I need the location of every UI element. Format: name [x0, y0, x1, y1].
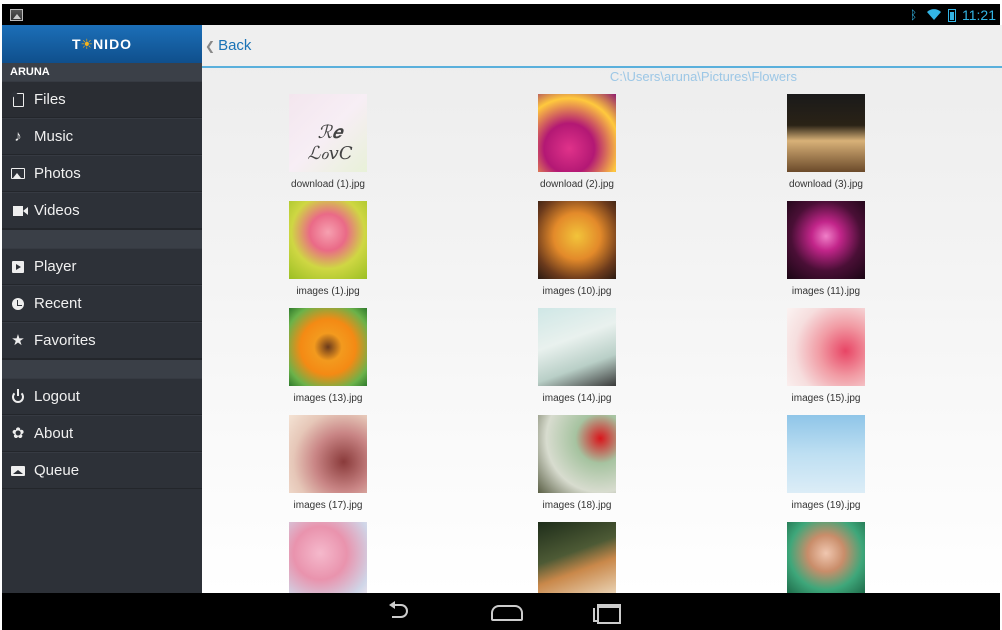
file-tile[interactable]: images (15).jpg — [736, 308, 916, 404]
file-thumbnail — [289, 415, 367, 493]
file-tile[interactable]: download (3).jpg — [736, 94, 916, 190]
sun-icon: ☀ — [80, 35, 95, 52]
file-name: images (10).jpg — [542, 286, 612, 297]
file-thumbnail — [787, 308, 865, 386]
queue-icon — [11, 464, 25, 478]
navigation-bar — [2, 593, 1000, 630]
main-panel: ❮ Back C:\Users\aruna\Pictures\Flowers ℛ… — [202, 25, 1002, 593]
file-thumbnail — [787, 94, 865, 172]
power-icon — [11, 388, 25, 404]
file-name: images (17).jpg — [293, 500, 363, 511]
battery-icon — [948, 8, 956, 22]
wifi-icon — [926, 7, 942, 24]
sidebar-item-label: Player — [34, 258, 77, 275]
video-camera-icon — [11, 204, 28, 218]
music-note-icon: ♪ — [14, 127, 22, 145]
file-tile[interactable]: images (11).jpg — [736, 201, 916, 297]
file-thumbnail — [787, 522, 865, 593]
sidebar-item-label: Videos — [34, 202, 80, 219]
sidebar-item-player[interactable]: Player — [2, 248, 202, 285]
user-name: ARUNA — [2, 63, 202, 81]
file-tile[interactable]: download (2).jpg — [487, 94, 667, 190]
sidebar-item-label: Music — [34, 128, 74, 145]
sidebar-item-label: Photos — [34, 165, 81, 182]
sidebar-item-label: Favorites — [34, 332, 96, 349]
file-name: download (2).jpg — [540, 179, 614, 190]
clock-icon — [11, 297, 25, 311]
sidebar-divider — [2, 229, 202, 248]
sidebar-item-label: About — [34, 425, 74, 442]
file-thumbnail — [538, 415, 616, 493]
sidebar-item-videos[interactable]: Videos — [2, 192, 202, 229]
sidebar-item-files[interactable]: Files — [2, 81, 202, 118]
star-icon: ★ — [11, 331, 25, 349]
back-button[interactable]: ❮ Back — [202, 37, 251, 54]
current-path: C:\Users\aruna\Pictures\Flowers — [609, 69, 797, 84]
file-tile[interactable] — [238, 522, 418, 593]
sidebar-item-queue[interactable]: Queue — [2, 452, 202, 489]
gallery-notification-icon — [10, 9, 23, 21]
file-tile[interactable]: ℛ𝒆 ℒℴvC download (1).jpg — [238, 94, 418, 190]
back-label: Back — [218, 37, 252, 54]
sidebar-divider — [2, 359, 202, 378]
file-tile[interactable]: images (10).jpg — [487, 201, 667, 297]
home-icon[interactable] — [485, 601, 525, 623]
player-icon — [11, 260, 25, 274]
file-tile[interactable]: images (13).jpg — [238, 308, 418, 404]
sidebar-item-label: Logout — [34, 388, 80, 405]
sidebar: T ☀ NIDO ARUNA Files ♪ Music Photos Videos… — [2, 25, 202, 593]
back-icon[interactable] — [380, 601, 420, 623]
file-name: images (18).jpg — [542, 500, 612, 511]
file-thumbnail — [289, 201, 367, 279]
file-thumbnail — [538, 522, 616, 593]
file-thumbnail — [538, 201, 616, 279]
file-thumbnail — [538, 94, 616, 172]
file-thumbnail — [289, 308, 367, 386]
file-thumbnail — [787, 415, 865, 493]
tonido-logo[interactable]: T ☀ NIDO — [2, 25, 202, 63]
file-thumbnail: ℛ𝒆 ℒℴvC — [289, 94, 367, 172]
file-tile[interactable]: images (19).jpg — [736, 415, 916, 511]
file-name: download (1).jpg — [291, 179, 365, 190]
file-name: images (13).jpg — [293, 393, 363, 404]
file-name: images (1).jpg — [296, 286, 360, 297]
file-name: images (19).jpg — [791, 500, 861, 511]
sidebar-item-about[interactable]: ✿ About — [2, 415, 202, 452]
sidebar-item-photos[interactable]: Photos — [2, 155, 202, 192]
recents-icon[interactable] — [587, 601, 627, 624]
file-tile[interactable]: images (18).jpg — [487, 415, 667, 511]
file-name: images (15).jpg — [791, 393, 861, 404]
file-thumbnail — [289, 522, 367, 593]
file-name: images (11).jpg — [791, 286, 861, 297]
sidebar-item-logout[interactable]: Logout — [2, 378, 202, 415]
file-thumbnail — [538, 308, 616, 386]
status-icons: ᛒ 11:21 — [910, 6, 996, 24]
file-tile[interactable] — [736, 522, 916, 593]
sidebar-item-label: Files — [34, 91, 66, 108]
status-bar: ᛒ 11:21 — [2, 2, 1000, 25]
sidebar-item-favorites[interactable]: ★ Favorites — [2, 322, 202, 359]
file-tile[interactable] — [487, 522, 667, 593]
bluetooth-icon: ᛒ — [910, 8, 918, 22]
logo-text-right: NIDO — [93, 36, 133, 52]
file-icon — [11, 92, 25, 107]
file-name: download (3).jpg — [789, 179, 863, 190]
photo-icon — [11, 167, 25, 181]
file-tile[interactable]: images (17).jpg — [238, 415, 418, 511]
sidebar-item-label: Queue — [34, 462, 80, 479]
file-tile[interactable]: images (1).jpg — [238, 201, 418, 297]
sidebar-item-music[interactable]: ♪ Music — [2, 118, 202, 155]
sidebar-item-recent[interactable]: Recent — [2, 285, 202, 322]
status-time: 11:21 — [962, 7, 996, 23]
action-bar: ❮ Back — [202, 25, 1002, 68]
file-thumbnail — [787, 201, 865, 279]
thumbnail-text: ℛ𝒆 ℒℴvC — [307, 122, 353, 164]
gear-icon: ✿ — [11, 424, 25, 442]
file-tile[interactable]: images (14).jpg — [487, 308, 667, 404]
sidebar-item-label: Recent — [34, 295, 82, 312]
chevron-left-icon: ❮ — [205, 38, 216, 53]
file-name: images (14).jpg — [542, 393, 612, 404]
